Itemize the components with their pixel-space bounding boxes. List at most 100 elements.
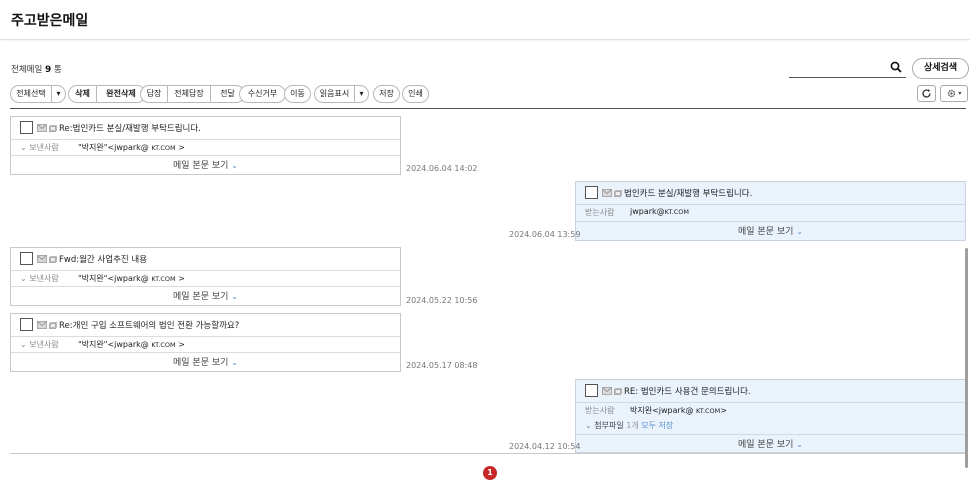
card-separator [11,336,400,337]
delete-permanently-button[interactable]: 완전삭제 [97,86,145,102]
mark-read-dropdown-button[interactable]: ▾ [355,86,368,102]
move-button[interactable]: 이동 [284,85,311,103]
chevron-down-icon: ⌄ [231,292,238,301]
sender-row: ⌄ 보낸사람 "박지완"<jwpark@ KT.COM > [20,273,390,287]
card-separator [11,139,400,140]
sender-name: "박지완"<jwpark@ [78,340,152,349]
mail-count-value: 9 [44,65,52,75]
reply-button[interactable]: 답장 [141,86,168,102]
reply-all-button[interactable]: 전체답장 [168,86,211,102]
print-button[interactable]: 인쇄 [402,85,429,103]
block-sender-button[interactable]: 수신거부 [239,85,286,103]
mail-card-received[interactable]: Re:개인 구입 소프트웨어의 법인 전환 가능할까요? ⌄ 보낸사람 "박지완… [10,313,401,372]
mail-card-received[interactable]: Fwd:월간 사업추진 내용 ⌄ 보낸사람 "박지완"<jwpark@ KT.C… [10,247,401,306]
sender-domain: KT.COM [151,275,176,283]
view-body-button[interactable]: 메일 본문 보기 ⌄ [11,289,400,302]
envelope-icon [602,387,612,395]
search-input[interactable] [789,58,906,78]
view-body-button[interactable]: 메일 본문 보기 ⌄ [11,158,400,171]
delete-button[interactable]: 삭제 [69,86,97,102]
card-separator [576,402,965,403]
select-dropdown-button[interactable]: ▾ [52,86,65,102]
mail-date: 2024.06.04 14:02 [406,164,478,173]
mail-checkbox[interactable] [20,252,33,265]
view-body-button[interactable]: 메일 본문 보기 ⌄ [576,224,965,237]
card-separator [11,352,400,353]
sender-address: "박지완"<jwpark@ KT.COM > [78,339,185,350]
mail-subject[interactable]: 법인카드 분실/재발행 부탁드립니다. [624,187,752,199]
scrollbar[interactable] [965,248,968,468]
sender-row: ⌄ 보낸사람 "박지완"<jwpark@ KT.COM > [20,339,390,353]
refresh-icon [922,89,931,98]
mail-checkbox[interactable] [585,186,598,199]
sender-tail: > [175,340,185,349]
refresh-button[interactable] [917,85,936,102]
mail-card-received[interactable]: Re:법인카드 분실/재발행 부탁드립니다. ⌄ 보낸사람 "박지완"<jwpa… [10,116,401,175]
card-separator [11,270,400,271]
mark-read-button[interactable]: 읽음표시 [315,86,355,102]
chevron-down-icon[interactable]: ⌄ [20,143,27,152]
sender-domain: KT.COM [151,144,176,152]
mail-subject-row: 법인카드 분실/재발행 부탁드립니다. [576,182,965,203]
select-all-group: 전체선택 ▾ [10,85,66,103]
copy-icon [614,388,622,395]
page-title: 주고받은메일 [11,13,89,29]
chevron-down-icon: ▾ [958,90,962,97]
view-body-button[interactable]: 메일 본문 보기 ⌄ [576,437,965,450]
sender-address: "박지완"<jwpark@ KT.COM > [78,273,185,284]
mail-subject-row: Re:법인카드 분실/재발행 부탁드립니다. [11,117,400,138]
sender-label: 보낸사람 [29,143,59,152]
attachment-row: ⌄ 첨부파일 1개 모두 저장 [585,420,955,434]
mail-subject[interactable]: Re:개인 구입 소프트웨어의 법인 전환 가능할까요? [59,319,239,331]
copy-icon [49,322,57,329]
mail-subject-row: Re:개인 구입 소프트웨어의 법인 전환 가능할까요? [11,314,400,335]
card-separator [576,204,965,205]
chevron-down-icon[interactable]: ⌄ [585,421,592,430]
select-all-button[interactable]: 전체선택 [11,86,52,102]
recipient-address: 박지완<jwpark@ KT.COM> [630,405,727,416]
page-number-current[interactable]: 1 [483,466,497,480]
view-body-label: 메일 본문 보기 [173,358,229,368]
envelope-icon [37,255,47,263]
card-separator [576,434,965,435]
mail-date: 2024.05.22 10:56 [406,296,478,305]
list-divider-top [10,108,966,109]
attachment-count: 1개 [626,421,639,430]
sender-tail: > [175,143,185,152]
save-all-attachments-link[interactable]: 모두 저장 [641,421,673,430]
mail-checkbox[interactable] [20,318,33,331]
sender-tail: > [175,274,185,283]
settings-button[interactable]: ▾ [940,85,968,102]
sender-label: 보낸사람 [29,340,59,349]
mail-date: 2024.05.17 08:48 [406,361,478,370]
mail-checkbox[interactable] [585,384,598,397]
gear-icon [947,89,955,98]
mail-subject-row: Fwd:월간 사업추진 내용 [11,248,400,269]
chevron-down-icon[interactable]: ⌄ [20,340,27,349]
list-divider-bottom [10,453,966,454]
title-bar: 주고받은메일 [0,0,970,40]
recipient-name: 박지완<jwpark@ [630,406,696,415]
recipient-row: 받는사람 jwpark@KT.COM [585,207,955,221]
mail-subject[interactable]: Fwd:월간 사업추진 내용 [59,253,147,265]
view-body-button[interactable]: 메일 본문 보기 ⌄ [11,355,400,368]
save-button[interactable]: 저장 [373,85,400,103]
copy-icon [49,256,57,263]
card-separator [11,286,400,287]
view-body-label: 메일 본문 보기 [173,292,229,302]
card-separator [11,155,400,156]
mail-subject[interactable]: Re:법인카드 분실/재발행 부탁드립니다. [59,122,201,134]
chevron-down-icon: ⌄ [231,161,238,170]
sender-label: 보낸사람 [29,274,59,283]
mail-checkbox[interactable] [20,121,33,134]
view-body-label: 메일 본문 보기 [738,227,794,237]
reply-group: 답장 전체답장 전달 [140,85,245,103]
advanced-search-button[interactable]: 상세검색 [912,58,969,79]
mail-card-sent[interactable]: RE: 법인카드 사용건 문의드립니다. 받는사람 박지완<jwpark@ KT… [575,379,966,453]
mail-subject[interactable]: RE: 법인카드 사용건 문의드립니다. [624,385,751,397]
chevron-down-icon[interactable]: ⌄ [20,274,27,283]
sender-name: "박지완"<jwpark@ [78,274,152,283]
mail-card-sent[interactable]: 법인카드 분실/재발행 부탁드립니다. 받는사람 jwpark@KT.COM 메… [575,181,966,241]
copy-icon [614,190,622,197]
search-icon[interactable] [890,61,902,73]
